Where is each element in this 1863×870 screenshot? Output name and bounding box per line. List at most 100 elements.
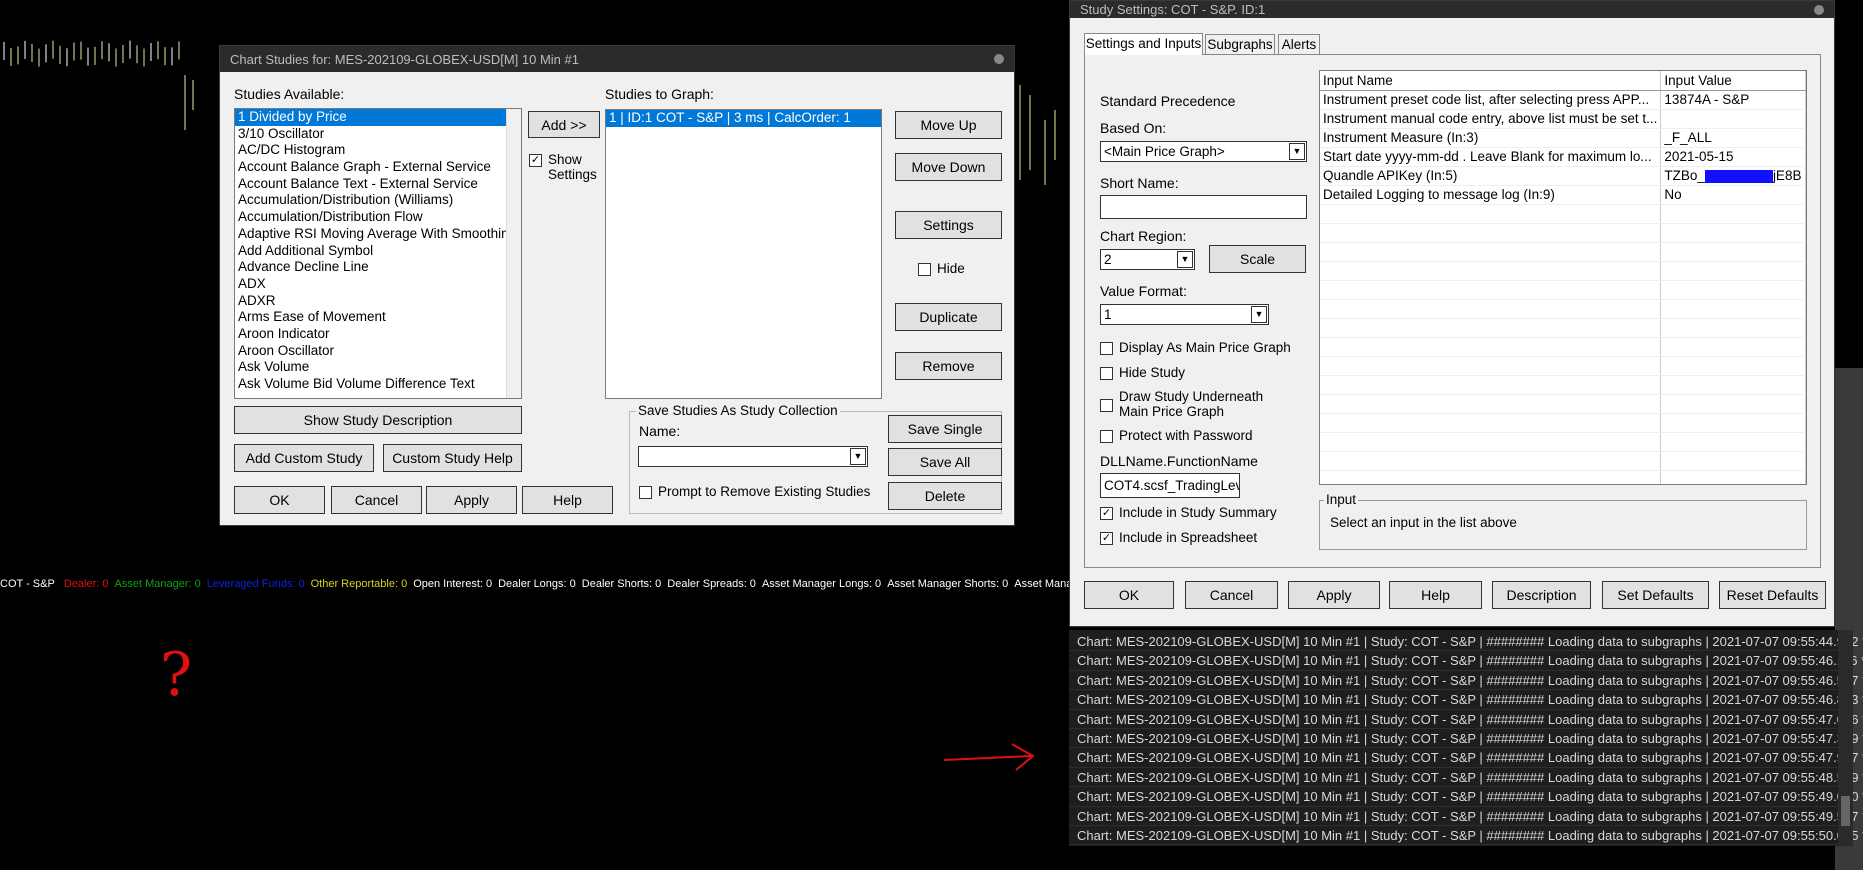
list-item[interactable]: Arms Ease of Movement [235,309,507,326]
name-label: Name: [639,423,681,439]
table-row[interactable]: Instrument Measure (In:3) _F_ALL [1320,128,1806,148]
save-all-button[interactable]: Save All [888,448,1002,476]
ok-button[interactable]: OK [234,486,325,514]
remove-button[interactable]: Remove [895,352,1002,380]
show-settings-checkbox[interactable]: ✓ Show Settings [529,152,609,182]
save-single-button[interactable]: Save Single [888,415,1002,443]
apply-button[interactable]: Apply [1288,581,1380,609]
close-icon[interactable] [1814,4,1824,15]
table-row[interactable]: Instrument manual code entry, above list… [1320,109,1806,129]
settings-button[interactable]: Settings [895,211,1002,239]
cancel-button[interactable]: Cancel [331,486,422,514]
table-row[interactable]: Quandle APIKey (In:5) TZBo_ jE8B [1320,166,1806,186]
based-on-combo[interactable]: <Main Price Graph> ▼ [1100,141,1307,162]
checkbox-icon[interactable] [1100,367,1113,380]
list-item[interactable]: Aroon Indicator [235,326,507,343]
name-combo[interactable]: ▼ [638,446,868,467]
chevron-down-icon[interactable]: ▼ [850,448,866,465]
draw-underneath-checkbox[interactable]: Draw Study Underneath Main Price Graph [1100,389,1263,419]
short-name-input[interactable] [1100,195,1307,219]
display-main-checkbox[interactable]: Display As Main Price Graph [1100,340,1291,355]
input-value[interactable]: _F_ALL [1660,128,1806,148]
list-item[interactable]: Adaptive RSI Moving Average With Smoothi… [235,226,516,243]
log-line: Chart: MES-202109-GLOBEX-USD[M] 10 Min #… [1069,807,1863,826]
input-value[interactable]: 13874A - S&P [1660,90,1806,110]
list-item[interactable]: Accumulation/Distribution Flow [235,209,507,226]
scale-button[interactable]: Scale [1209,245,1306,273]
help-button[interactable]: Help [522,486,613,514]
chart-region-combo[interactable]: 2 ▼ [1100,249,1195,270]
apply-button[interactable]: Apply [426,486,517,514]
list-item[interactable]: Accumulation/Distribution (Williams) [235,192,507,209]
checkbox-icon[interactable] [918,263,931,276]
input-value[interactable] [1660,109,1806,129]
description-button[interactable]: Description [1492,581,1591,609]
set-defaults-button[interactable]: Set Defaults [1602,581,1709,609]
column-header-input-value[interactable]: Input Value [1660,71,1806,91]
tab-subgraphs[interactable]: Subgraphs [1205,34,1275,54]
move-up-button[interactable]: Move Up [895,111,1002,139]
chevron-down-icon[interactable]: ▼ [1177,251,1193,268]
list-item[interactable]: Account Balance Graph - External Service [235,159,507,176]
move-down-button[interactable]: Move Down [895,153,1002,181]
checkbox-icon[interactable] [1100,342,1113,355]
chevron-down-icon[interactable]: ▼ [1289,143,1305,160]
list-item[interactable]: Ask Volume [235,359,507,376]
duplicate-button[interactable]: Duplicate [895,303,1002,331]
list-item[interactable]: 1 Divided by Price [235,109,507,126]
delete-button[interactable]: Delete [888,482,1002,510]
checkbox-icon[interactable]: ✓ [529,154,542,167]
table-row[interactable]: Instrument preset code list, after selec… [1320,90,1806,110]
reset-defaults-button[interactable]: Reset Defaults [1719,581,1826,609]
custom-study-help-button[interactable]: Custom Study Help [383,444,522,472]
ok-button[interactable]: OK [1084,581,1174,609]
log-line: Chart: MES-202109-GLOBEX-USD[M] 10 Min #… [1069,632,1863,652]
inputs-table[interactable]: Input Name Input Value Instrument preset … [1319,70,1807,485]
chevron-down-icon[interactable]: ▼ [1251,306,1267,323]
list-item[interactable]: 1 | ID:1 COT - S&P | 3 ms | CalcOrder: 1 [606,110,881,127]
dll-input[interactable]: COT4.scsf_TradingLev [1100,473,1240,498]
show-study-description-button[interactable]: Show Study Description [234,406,522,434]
checkbox-icon[interactable] [1100,399,1113,412]
tab-settings-and-inputs[interactable]: Settings and Inputs [1084,33,1203,55]
scrollbar[interactable] [1838,630,1853,846]
list-item[interactable]: Ask Volume Bid Volume Difference Text [235,376,507,393]
scrollbar[interactable] [506,109,521,398]
hide-checkbox[interactable]: Hide [918,261,965,276]
add-custom-study-button[interactable]: Add Custom Study [234,444,374,472]
status-value: Asset Manager Shorts: 0 [887,578,1009,590]
input-value[interactable]: No [1660,185,1806,205]
red-arrow-icon [943,743,1035,771]
list-item[interactable]: ADXR [235,293,507,310]
value-format-combo[interactable]: 1 ▼ [1100,304,1269,325]
studies-to-graph-list[interactable]: 1 | ID:1 COT - S&P | 3 ms | CalcOrder: 1 [605,109,882,399]
close-icon[interactable] [994,54,1004,64]
table-row[interactable]: Start date yyyy-mm-dd . Leave Blank for … [1320,147,1806,167]
protect-password-checkbox[interactable]: Protect with Password [1100,428,1253,443]
list-item[interactable]: Add Additional Symbol [235,243,507,260]
input-value[interactable]: TZBo_ jE8B [1660,166,1806,186]
column-header-input-name[interactable]: Input Name [1320,71,1662,91]
list-item[interactable]: Advance Decline Line [235,259,507,276]
list-item[interactable]: Aroon Oscillator [235,343,507,360]
list-item[interactable]: Account Balance Text - External Service [235,176,507,193]
tab-alerts[interactable]: Alerts [1278,34,1320,54]
checkbox-icon[interactable]: ✓ [1100,507,1113,520]
include-summary-checkbox[interactable]: ✓ Include in Study Summary [1100,505,1277,520]
checkbox-icon[interactable] [639,486,652,499]
add-button[interactable]: Add >> [528,111,600,138]
input-value[interactable]: 2021-05-15 [1660,147,1806,167]
checkbox-icon[interactable] [1100,430,1113,443]
list-item[interactable]: ADX [235,276,507,293]
help-button[interactable]: Help [1389,581,1482,609]
checkbox-icon[interactable]: ✓ [1100,532,1113,545]
table-row[interactable]: Detailed Logging to message log (In:9) No [1320,185,1806,205]
hide-study-checkbox[interactable]: Hide Study [1100,365,1185,380]
studies-available-list[interactable]: 1 Divided by Price 3/10 Oscillator AC/DC H… [234,108,522,399]
include-spreadsheet-checkbox[interactable]: ✓ Include in Spreadsheet [1100,530,1257,545]
input-name: Instrument preset code list, after selec… [1320,90,1662,110]
prompt-remove-checkbox[interactable]: Prompt to Remove Existing Studies [639,484,870,499]
list-item[interactable]: AC/DC Histogram [235,142,507,159]
list-item[interactable]: 3/10 Oscillator [235,126,507,143]
cancel-button[interactable]: Cancel [1185,581,1278,609]
